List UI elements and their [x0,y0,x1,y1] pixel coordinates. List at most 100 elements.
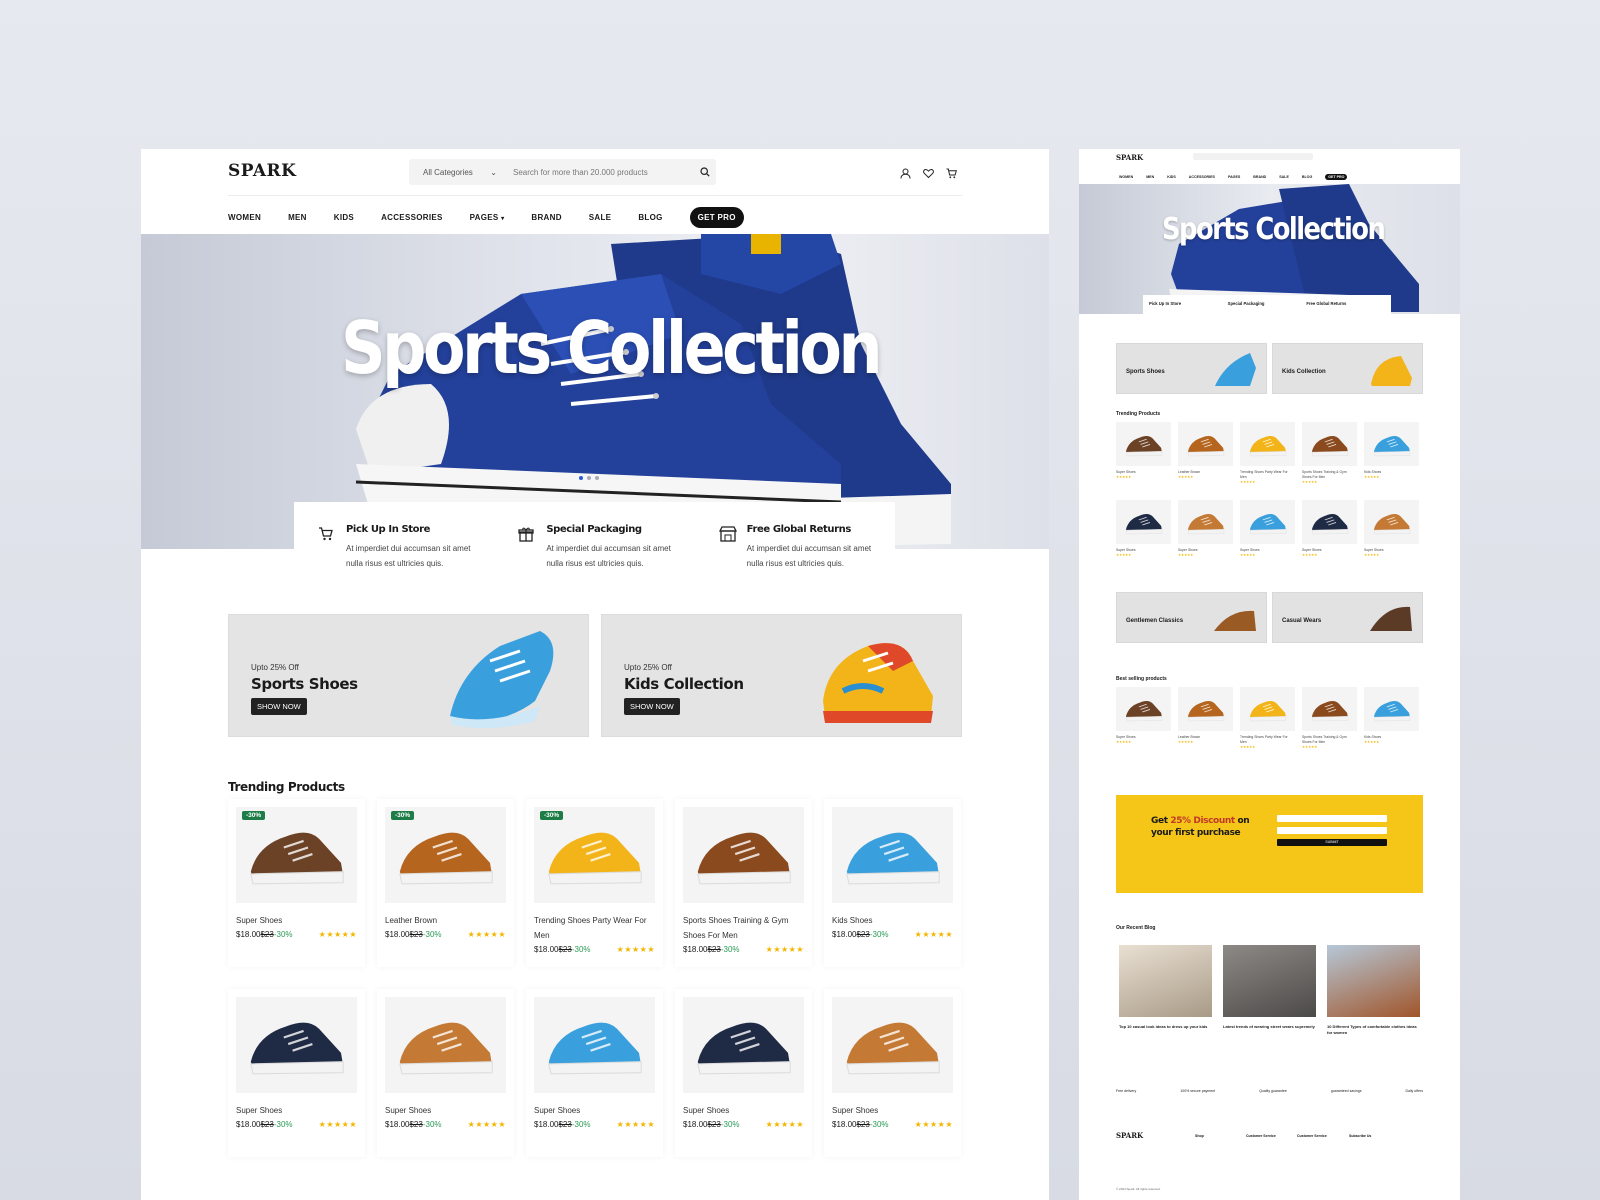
site-header: SPARK All Categories ⌄ Search for more t… [141,149,1049,234]
brand-logo[interactable]: SPARK [228,161,296,181]
mini-blog-post-title[interactable]: 10 Different Types of comfortable clothe… [1327,1024,1420,1036]
heart-icon[interactable] [923,166,934,184]
current-price: $18.00 [534,945,559,954]
mini-rating-stars: ★★★★★ [1116,553,1132,557]
product-image [832,997,953,1093]
mini-product-image [1116,500,1171,544]
show-now-button[interactable]: SHOW NOW [624,698,680,715]
mini-product-image [1302,422,1357,466]
product-price: $18.00$23-30% [683,945,740,954]
search-icon[interactable] [694,167,716,177]
nav-item-sale[interactable]: SALE [589,213,612,222]
nav-item-brand[interactable]: BRAND [531,213,561,222]
product-card[interactable]: Super Shoes $18.00$23-30% ★★★★★ [377,989,514,1157]
product-card[interactable]: Super Shoes $18.00$23-30% ★★★★★ [824,989,961,1157]
cart-icon[interactable] [946,166,957,184]
mini-submit-button[interactable]: SUBMIT [1277,839,1387,846]
rating-stars: ★★★★★ [467,930,506,939]
mini-blog-post-title[interactable]: Latest trends of wearing street wears su… [1223,1024,1316,1030]
product-card[interactable]: -30% Super Shoes $18.00$23-30% ★★★★★ [228,799,365,967]
rating-stars: ★★★★★ [318,1120,357,1129]
nav-item-pages[interactable]: PAGES ▾ [470,213,505,222]
product-price: $18.00$23-30% [832,1120,889,1129]
chevron-down-icon: ⌄ [490,167,497,177]
promo-title: Kids Collection [624,675,744,693]
mini-nav: WOMEN MEN KIDS ACCESSORIES PAGES BRAND SALE BLO… [1119,174,1348,180]
mini-email-input[interactable] [1277,827,1387,834]
nav-item-women[interactable]: WOMEN [228,213,261,222]
hero-title: Sports Collection [341,306,883,390]
product-card[interactable]: -30% Trending Shoes Party Wear For Men $18… [526,799,663,967]
mini-nav-item: SALE [1279,175,1289,179]
promo-sports-shoes[interactable]: Upto 25% Off Sports Shoes SHOW NOW [228,614,589,737]
product-card[interactable]: Super Shoes $18.00$23-30% ★★★★★ [526,989,663,1157]
discount-badge: -30% [391,811,415,820]
product-price: $18.00$23-30% [683,1120,740,1129]
product-price: $18.00$23-30% [534,945,591,954]
nav-item-kids[interactable]: KIDS [334,213,354,222]
mini-product-card: Super Shoes ★★★★★ [1116,687,1171,759]
promo-subtitle: Upto 25% Off [624,663,672,672]
shoe-image [540,814,650,897]
mini-product-card: Super Shoes ★★★★★ [1116,422,1171,494]
product-card[interactable]: Kids Shoes $18.00$23-30% ★★★★★ [824,799,961,967]
mini-feature-title: Special Packaging [1227,301,1265,306]
rating-stars: ★★★★★ [616,1120,655,1129]
product-name: Super Shoes [683,1106,730,1115]
mini-brand-logo: SPARK [1116,153,1144,162]
current-price: $18.00 [385,930,410,939]
header-icons [900,166,957,184]
mini-product-image [1116,687,1171,731]
nav-item-blog[interactable]: BLOG [638,213,662,222]
mini-product-name: Trending Shoes Party Wear For Men [1240,735,1288,744]
product-card[interactable]: Super Shoes $18.00$23-30% ★★★★★ [675,989,812,1157]
mini-rating-stars: ★★★★★ [1302,480,1318,484]
slider-dot[interactable] [587,476,591,480]
mini-product-image [1302,687,1357,731]
slider-dot[interactable] [595,476,599,480]
product-price-row: $18.00$23-30% ★★★★★ [683,945,804,954]
mini-rating-stars: ★★★★★ [1364,740,1380,744]
promo-subtitle: Upto 25% Off [251,663,299,672]
mini-product-image [1240,422,1295,466]
mini-name-input[interactable] [1277,815,1387,822]
discount-percent: -30% [720,945,740,954]
promo-title: Sports Shoes [251,675,358,693]
old-price: $23 [260,930,274,939]
slider-dot[interactable] [579,476,583,480]
mini-product-card: Kids Shoes ★★★★★ [1364,422,1419,494]
mini-blog-post-title[interactable]: Top 10 casual look ideas to dress up you… [1119,1024,1212,1030]
product-image [385,997,506,1093]
show-now-button[interactable]: SHOW NOW [251,698,307,715]
mini-footer-col-title: Customer Service [1297,1134,1327,1138]
product-name: Super Shoes [832,1106,879,1115]
category-select[interactable]: All Categories ⌄ [409,159,505,185]
product-card[interactable]: Sports Shoes Training & Gym Shoes For Me… [675,799,812,967]
mini-product-card: Super Shoes ★★★★★ [1116,500,1171,572]
mini-product-card: Leather Brown ★★★★★ [1178,687,1233,759]
old-price: $23 [707,945,721,954]
promo-kids-collection[interactable]: Upto 25% Off Kids Collection SHOW NOW [601,614,962,737]
mini-product-name: Sports Shoes Training & Gym Shoes For Me… [1302,735,1347,744]
user-icon[interactable] [900,166,911,184]
rating-stars: ★★★★★ [914,930,953,939]
product-price-row: $18.00$23-30% ★★★★★ [683,1120,804,1129]
product-card[interactable]: -30% Leather Brown $18.00$23-30% ★★★★★ [377,799,514,967]
get-pro-button[interactable]: GET PRO [689,207,744,228]
mini-blog-title: Our Recent Blog [1116,925,1156,931]
nav-item-accessories[interactable]: ACCESSORIES [381,213,443,222]
current-price: $18.00 [385,1120,410,1129]
shoe-image [242,1004,352,1087]
discount-percent: -30% [422,1120,442,1129]
nav-item-pages-label: PAGES [469,213,499,222]
discount-percent: -30% [869,1120,889,1129]
search-input[interactable]: Search for more than 20.000 products [505,168,694,177]
mini-rating-stars: ★★★★★ [1116,475,1132,479]
product-card[interactable]: Super Shoes $18.00$23-30% ★★★★★ [228,989,365,1157]
mini-product-card: Kids Shoes ★★★★★ [1364,687,1419,759]
product-price: $18.00$23-30% [236,930,293,939]
nav-item-men[interactable]: MEN [288,213,307,222]
mini-best-selling-grid: Super Shoes ★★★★★ Leather Brown ★★★★★ Trendi… [1116,687,1419,759]
old-price: $23 [707,1120,721,1129]
discount-percent: -30% [720,1120,740,1129]
